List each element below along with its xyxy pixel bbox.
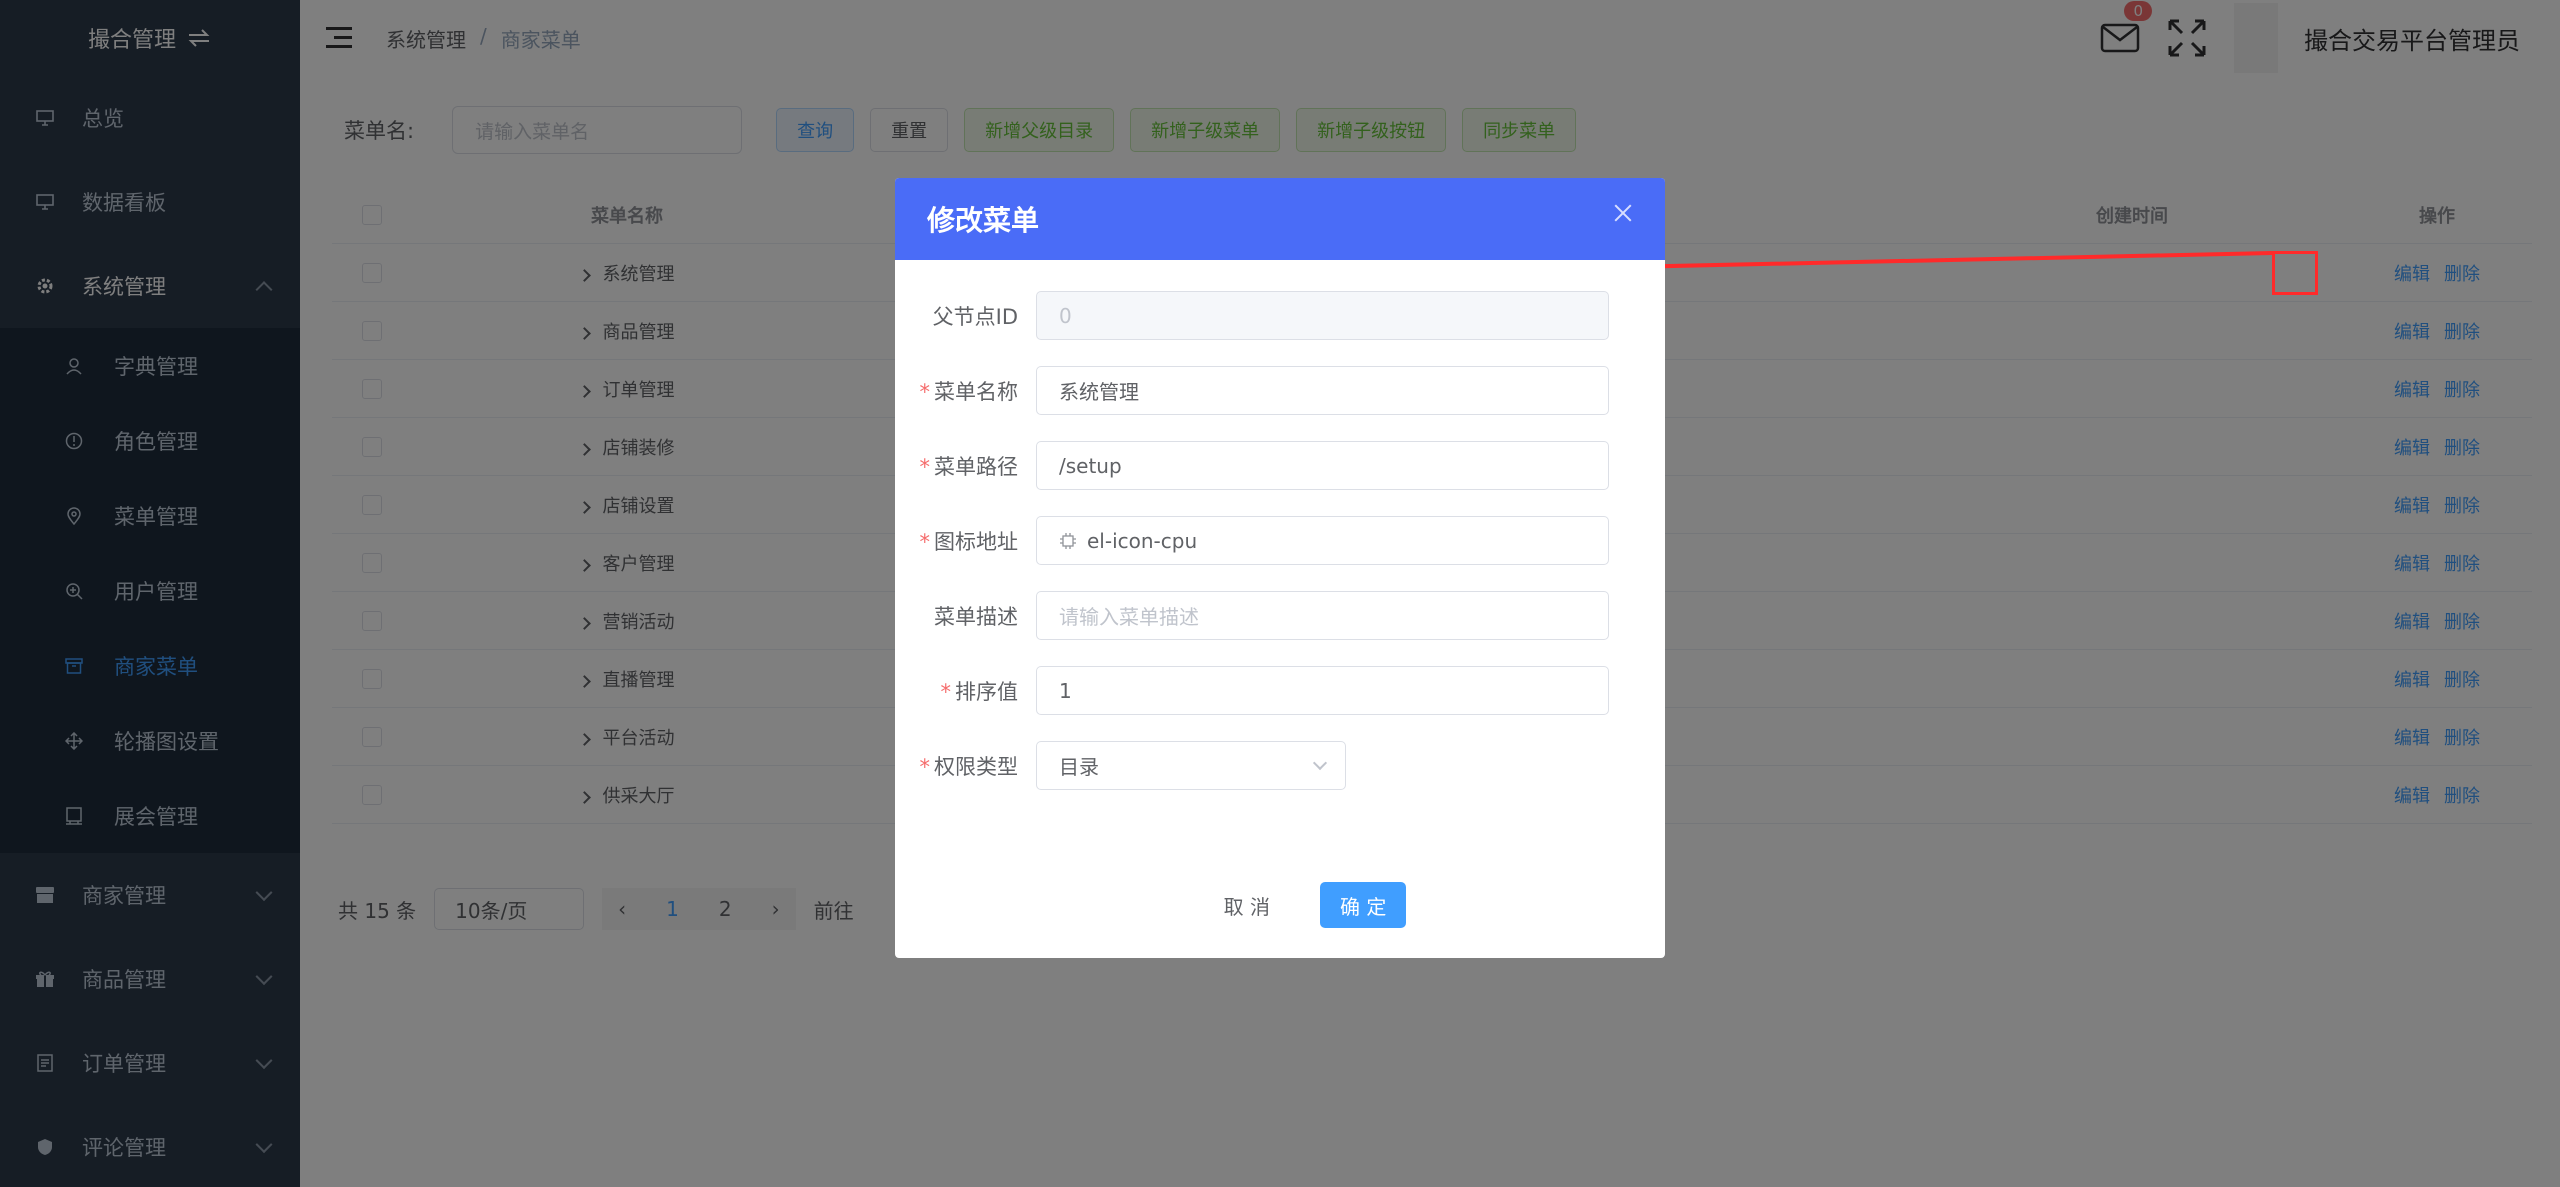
form-row-icon: * 图标地址 el-icon-cpu	[895, 503, 1665, 578]
sort-label: * 排序值	[940, 679, 1019, 704]
menu-desc-label: 菜单描述	[934, 604, 1018, 629]
form-row-parent-id: 父节点ID 0	[895, 278, 1665, 353]
edit-menu-form: 父节点ID 0 * 菜单名称 系统管理 * 菜单路径 /setup * 图标地址 el…	[895, 260, 1665, 803]
icon-address-label: * 图标地址	[919, 529, 1019, 554]
parent-id-input: 0	[1036, 291, 1609, 340]
parent-id-label: 父节点ID	[932, 304, 1018, 329]
sort-field[interactable]: 1	[1036, 666, 1609, 715]
cpu-icon	[1060, 532, 1076, 549]
dialog-header: 修改菜单	[895, 178, 1665, 260]
menu-path-label: * 菜单路径	[919, 454, 1019, 479]
icon-address-value: el-icon-cpu	[1087, 528, 1198, 553]
form-row-desc: 菜单描述 请输入菜单描述	[895, 578, 1665, 653]
confirm-button[interactable]: 确 定	[1320, 882, 1407, 928]
form-row-sort: * 排序值 1	[895, 653, 1665, 728]
form-row-name: * 菜单名称 系统管理	[895, 353, 1665, 428]
close-icon[interactable]	[1611, 202, 1635, 226]
perm-type-value: 目录	[1059, 755, 1099, 779]
dialog-footer: 取 消 确 定	[895, 882, 1665, 928]
form-row-perm: * 权限类型 目录	[895, 728, 1665, 803]
menu-name-field[interactable]: 系统管理	[1036, 366, 1609, 415]
cancel-button[interactable]: 取 消	[1204, 882, 1290, 928]
menu-name-field-label: * 菜单名称	[919, 379, 1019, 404]
form-row-path: * 菜单路径 /setup	[895, 428, 1665, 503]
dialog-title: 修改菜单	[927, 204, 1040, 237]
icon-address-field[interactable]: el-icon-cpu	[1036, 516, 1609, 565]
edit-menu-dialog: 修改菜单 父节点ID 0 * 菜单名称 系统管理 * 菜单路径 /setup * 图标…	[895, 178, 1665, 958]
chevron-down-icon	[1312, 755, 1328, 771]
menu-path-field[interactable]: /setup	[1036, 441, 1609, 490]
perm-type-label: * 权限类型	[919, 754, 1019, 779]
perm-type-select[interactable]: 目录	[1036, 741, 1346, 790]
menu-desc-field[interactable]: 请输入菜单描述	[1036, 591, 1609, 640]
